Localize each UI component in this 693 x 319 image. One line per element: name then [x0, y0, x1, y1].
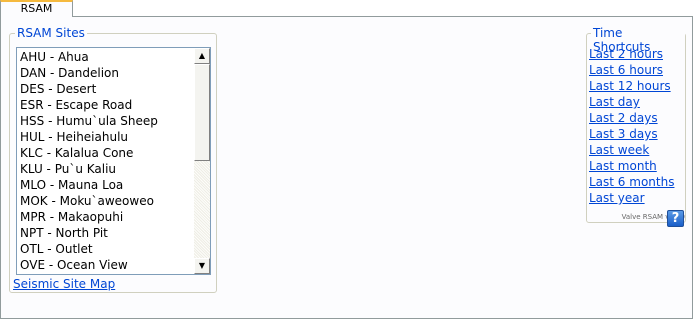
rsam-panel: RSAM Sites AHU - Ahua DAN - Dandelion DES …	[0, 17, 693, 319]
help-icon[interactable]: ?	[667, 210, 684, 227]
site-list-item[interactable]: KLU - Pu`u Kaliu	[20, 161, 195, 177]
site-list-item[interactable]: NPT - North Pit	[20, 225, 195, 241]
time-shortcut-link[interactable]: Last week	[589, 142, 674, 158]
site-list-item[interactable]: AHU - Ahua	[20, 49, 195, 65]
time-shortcut-link[interactable]: Last 6 hours	[589, 62, 674, 78]
time-shortcut-link[interactable]: Last 6 months	[589, 174, 674, 190]
site-list-item[interactable]: MLO - Mauna Loa	[20, 177, 195, 193]
scroll-up-button[interactable]: ▲	[194, 48, 210, 64]
site-listbox[interactable]: AHU - Ahua DAN - Dandelion DES - Desert ESR…	[16, 47, 211, 275]
site-list-item[interactable]: DAN - Dandelion	[20, 65, 195, 81]
time-shortcut-list: Last 2 hours Last 6 hours Last 12 hours Las…	[589, 46, 674, 206]
site-list-item[interactable]: DES - Desert	[20, 81, 195, 97]
site-list-item[interactable]: HSS - Humu`ula Sheep	[20, 113, 195, 129]
site-list-item[interactable]: MOK - Moku`aweoweo	[20, 193, 195, 209]
site-list-item[interactable]: ESR - Escape Road	[20, 97, 195, 113]
site-list-item[interactable]: KLC - Kalalua Cone	[20, 145, 195, 161]
time-shortcut-link[interactable]: Last year	[589, 190, 674, 206]
scroll-down-button[interactable]: ▼	[194, 258, 210, 274]
site-list: AHU - Ahua DAN - Dandelion DES - Desert ESR…	[17, 48, 195, 274]
time-shortcut-link[interactable]: Last month	[589, 158, 674, 174]
tab-rsam[interactable]: RSAM	[0, 0, 73, 17]
site-list-item[interactable]: OVE - Ocean View	[20, 257, 195, 273]
time-shortcuts-group: Time Shortcuts Last 2 hours Last 6 hours L…	[586, 26, 686, 223]
time-shortcut-link[interactable]: Last day	[589, 94, 674, 110]
site-list-item[interactable]: HUL - Heiheiahulu	[20, 129, 195, 145]
time-shortcut-link[interactable]: Last 3 days	[589, 126, 674, 142]
time-shortcut-link[interactable]: Last 2 days	[589, 110, 674, 126]
rsam-sites-title: RSAM Sites	[15, 26, 87, 40]
site-list-item[interactable]: MPR - Makaopuhi	[20, 209, 195, 225]
scroll-thumb[interactable]	[194, 64, 210, 161]
seismic-site-map-link[interactable]: Seismic Site Map	[13, 277, 115, 291]
time-shortcut-link[interactable]: Last 2 hours	[589, 46, 674, 62]
site-list-item[interactable]: OTL - Outlet	[20, 241, 195, 257]
time-shortcut-link[interactable]: Last 12 hours	[589, 78, 674, 94]
site-list-scrollbar[interactable]: ▲ ▼	[194, 48, 210, 274]
tab-bar: RSAM	[0, 0, 693, 17]
rsam-sites-group: RSAM Sites AHU - Ahua DAN - Dandelion DES …	[9, 26, 217, 293]
